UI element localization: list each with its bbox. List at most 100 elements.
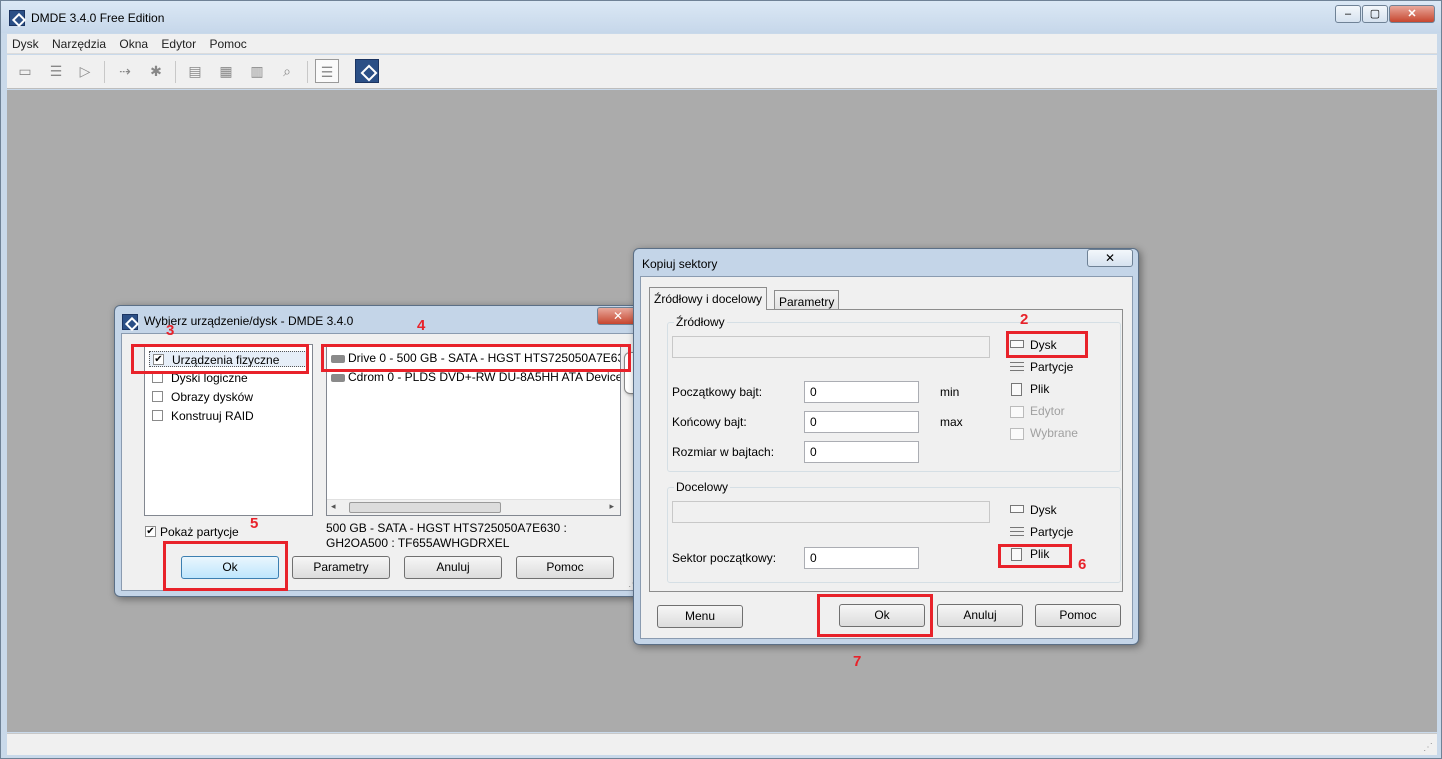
- device-info-line: 500 GB - SATA - HGST HTS725050A7E630 :: [326, 521, 567, 535]
- menu-narzedzia[interactable]: Narzędzia: [47, 34, 111, 54]
- partitions-icon[interactable]: ☰: [44, 59, 68, 83]
- copy-sectors-dialog: Kopiuj sektory ✕ Źródłowy i docelowy Par…: [633, 248, 1139, 645]
- scroll-left-icon[interactable]: ◂: [331, 501, 336, 512]
- target-partitions-option[interactable]: Partycje: [1008, 524, 1118, 542]
- dmde-logo-icon[interactable]: [355, 59, 379, 83]
- highlight-box: [817, 594, 933, 637]
- toolbar-separator: [307, 61, 308, 83]
- highlight-box: [163, 541, 288, 591]
- cdrom-icon: [331, 373, 345, 382]
- panel-icon[interactable]: ☰: [315, 59, 339, 83]
- toolbar-separator: [175, 61, 176, 83]
- size-label: Rozmiar w bajtach:: [672, 445, 775, 459]
- category-label: Obrazy dysków: [171, 390, 254, 404]
- selection-icon: [1010, 428, 1024, 440]
- device-dialog-title: Wybierz urządzenie/dysk - DMDE 3.4.0: [144, 314, 354, 328]
- status-bar: ⋰: [7, 733, 1437, 755]
- dmde-dialog-icon: [122, 314, 138, 330]
- device-item[interactable]: Cdrom 0 - PLDS DVD+-RW DU-8A5HH ATA Devi…: [331, 370, 621, 386]
- size-field[interactable]: 0: [804, 441, 919, 463]
- annotation-number: 6: [1078, 556, 1087, 573]
- help-button[interactable]: Pomoc: [516, 556, 614, 579]
- horizontal-scrollbar[interactable]: ◂ ▸: [327, 499, 620, 515]
- target-group-title: Docelowy: [674, 480, 731, 494]
- start-byte-field[interactable]: 0: [804, 381, 919, 403]
- highlight-box: [131, 344, 309, 374]
- close-button[interactable]: ✕: [1389, 5, 1435, 23]
- play-icon[interactable]: ▷: [73, 59, 97, 83]
- toolbar: ▭ ☰ ▷ ⇢ ✱ ▤ ▦ ▥ ⌕ ☰: [7, 55, 1437, 89]
- start-byte-label: Początkowy bajt:: [672, 385, 763, 399]
- partitions-icon: [1010, 362, 1024, 374]
- tab-source-target[interactable]: Źródłowy i docelowy: [649, 287, 768, 310]
- source-file-option[interactable]: Plik: [1008, 381, 1118, 399]
- editor-icon: [1010, 406, 1024, 418]
- grid-view-icon[interactable]: ▥: [245, 59, 269, 83]
- annotation-number: 4: [417, 317, 426, 334]
- disk-icon: [1010, 505, 1024, 513]
- scrollbar-thumb[interactable]: [349, 502, 501, 513]
- option-label: Wybrane: [1030, 426, 1078, 440]
- menu-pomoc[interactable]: Pomoc: [204, 34, 251, 54]
- title-bar: DMDE 3.4.0 Free Edition – ▢ ✕: [1, 1, 1441, 33]
- start-sector-field[interactable]: 0: [804, 547, 919, 569]
- device-info-line: GH2OA500 : TF655AWHGDRXEL: [326, 536, 510, 550]
- maximize-button[interactable]: ▢: [1362, 5, 1388, 23]
- menu-okna[interactable]: Okna: [114, 34, 153, 54]
- end-byte-hint: max: [940, 415, 963, 429]
- end-byte-field[interactable]: 0: [804, 411, 919, 433]
- cancel-button[interactable]: Anuluj: [404, 556, 502, 579]
- copy-dialog-close-button[interactable]: ✕: [1087, 249, 1133, 267]
- annotation-number: 5: [250, 515, 259, 532]
- source-selection-option: Wybrane: [1008, 425, 1118, 443]
- copy-help-button[interactable]: Pomoc: [1035, 604, 1121, 627]
- annotation-number: 7: [853, 653, 862, 670]
- parameters-button[interactable]: Parametry: [292, 556, 390, 579]
- highlight-box: [1006, 331, 1088, 358]
- menu-dysk[interactable]: Dysk: [7, 34, 44, 54]
- category-checkbox[interactable]: [152, 410, 163, 421]
- go-to-icon[interactable]: ⇢: [113, 59, 137, 83]
- category-item[interactable]: Konstruuj RAID: [149, 408, 309, 424]
- option-label: Dysk: [1030, 503, 1057, 517]
- search-icon[interactable]: ⌕: [275, 59, 299, 83]
- minimize-button[interactable]: –: [1335, 5, 1361, 23]
- menu-edytor[interactable]: Edytor: [156, 34, 201, 54]
- show-partitions-label: Pokaż partycje: [160, 525, 239, 539]
- source-editor-option: Edytor: [1008, 403, 1118, 421]
- open-disk-icon[interactable]: ▭: [13, 59, 37, 83]
- copy-cancel-button[interactable]: Anuluj: [937, 604, 1023, 627]
- device-label: Cdrom 0 - PLDS DVD+-RW DU-8A5HH ATA Devi…: [348, 370, 621, 384]
- option-label: Partycje: [1030, 525, 1074, 539]
- menu-bar: Dysk Narzędzia Okna Edytor Pomoc: [7, 34, 1437, 54]
- highlight-box: [321, 344, 631, 372]
- source-path-field: [672, 336, 990, 358]
- scroll-right-icon[interactable]: ▸: [609, 501, 614, 512]
- tab-parameters[interactable]: Parametry: [774, 290, 840, 310]
- resize-grip-icon[interactable]: ⋰: [1423, 742, 1433, 753]
- option-label: Plik: [1030, 382, 1050, 396]
- file-icon: [1011, 383, 1022, 396]
- category-item[interactable]: Obrazy dysków: [149, 389, 309, 405]
- target-disk-option[interactable]: Dysk: [1008, 502, 1118, 520]
- source-partitions-option[interactable]: Partycje: [1008, 359, 1118, 377]
- annotation-number: 2: [1020, 311, 1029, 328]
- target-path-field: [672, 501, 990, 523]
- partitions-icon: [1010, 527, 1024, 539]
- copy-dialog-title: Kopiuj sektory: [642, 257, 718, 271]
- tree-view-icon[interactable]: ▤: [183, 59, 207, 83]
- start-sector-label: Sektor początkowy:: [672, 551, 777, 565]
- annotation-number: 3: [166, 322, 175, 339]
- start-byte-hint: min: [940, 385, 960, 399]
- menu-button[interactable]: Menu: [657, 605, 743, 628]
- highlight-box: [998, 544, 1072, 568]
- category-checkbox[interactable]: [152, 391, 163, 402]
- list-view-icon[interactable]: ▦: [214, 59, 238, 83]
- new-icon[interactable]: ✱: [144, 59, 168, 83]
- option-label: Partycje: [1030, 360, 1074, 374]
- source-group-title: Źródłowy: [674, 315, 727, 329]
- option-label: Edytor: [1030, 404, 1065, 418]
- toolbar-separator: [104, 61, 105, 83]
- end-byte-label: Końcowy bajt:: [672, 415, 747, 429]
- show-partitions-checkbox[interactable]: ✔: [145, 526, 156, 537]
